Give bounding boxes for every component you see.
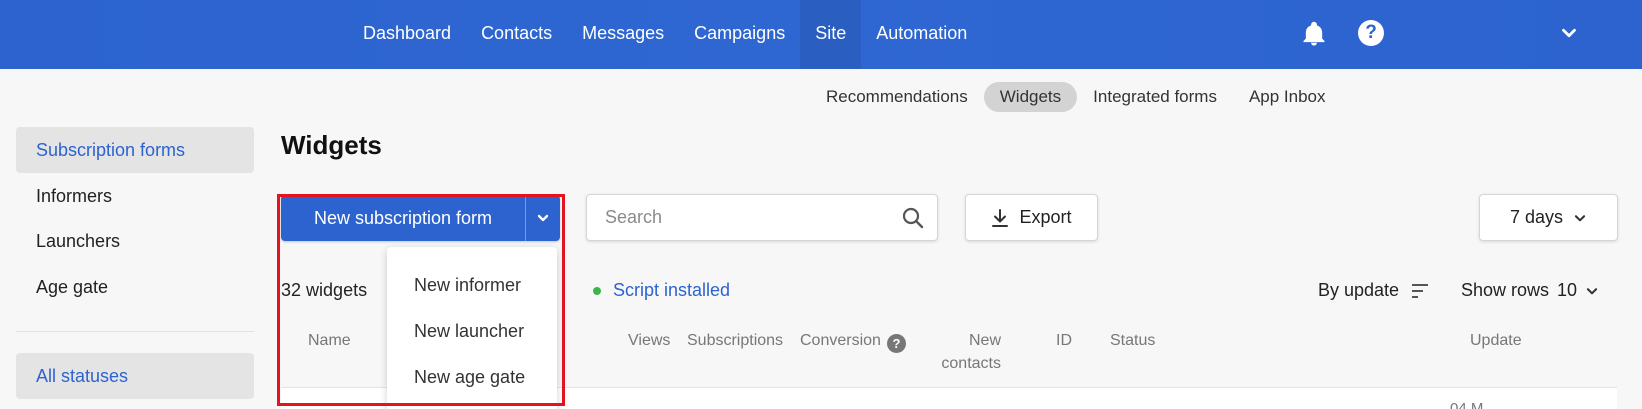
script-status-label: Script installed [613,280,731,300]
sort-icon [1412,283,1429,298]
nav-site[interactable]: Site [800,0,862,69]
search-box [586,194,938,241]
sidebar-item-age-gate[interactable]: Age gate [16,264,254,310]
page-title: Widgets [281,130,382,160]
search-icon[interactable] [901,206,925,230]
help-icon[interactable]: ? [886,334,906,353]
first-row-update: 04.M... [1450,400,1496,409]
script-status[interactable]: Script installed [593,280,730,301]
chevron-down-icon [1574,214,1586,221]
chevron-down-icon[interactable] [1558,22,1580,44]
export-button[interactable]: Export [965,194,1098,241]
column-header-views[interactable]: Views [628,329,670,352]
help-icon[interactable]: ? [1358,20,1384,46]
sidebar-item-subscription-forms[interactable]: Subscription forms [16,127,254,173]
period-value: 7 days [1509,207,1564,227]
search-input[interactable] [587,195,887,240]
status-filter[interactable]: All statuses [16,353,254,399]
sidebar-item-launchers[interactable]: Launchers [16,218,254,264]
rows-label: Show rows [1461,280,1550,300]
nav-automation[interactable]: Automation [861,0,982,69]
period-select[interactable]: 7 days [1479,194,1618,241]
sub-nav: Recommendations Widgets Integrated forms… [810,82,1342,112]
column-new-contacts-line1: New [968,332,1001,349]
top-navbar: Dashboard Contacts Messages Campaigns Si… [0,0,1642,69]
nav-messages[interactable]: Messages [567,0,679,69]
nav-campaigns[interactable]: Campaigns [679,0,800,69]
status-dot-icon [593,286,601,295]
rows-per-page[interactable]: Show rows 10 [1461,280,1599,301]
column-header-id[interactable]: ID [1056,329,1072,352]
subnav-widgets[interactable]: Widgets [983,82,1078,112]
bell-icon[interactable] [1300,20,1328,48]
sidebar-divider [16,331,254,332]
download-icon [992,208,1009,227]
sort-label: By update [1318,280,1400,300]
column-header-conversion[interactable]: Conversion? [800,329,906,353]
rows-value: 10 [1557,280,1578,300]
column-header-new-contacts[interactable]: New contacts [939,329,1001,375]
column-header-status[interactable]: Status [1110,329,1155,352]
nav-dashboard[interactable]: Dashboard [348,0,466,69]
main-nav: Dashboard Contacts Messages Campaigns Si… [348,0,982,69]
chevron-down-icon [1586,287,1598,294]
sidebar-item-informers[interactable]: Informers [16,173,254,219]
column-header-subscriptions[interactable]: Subscriptions [687,329,783,352]
export-label: Export [1019,207,1072,227]
column-header-update[interactable]: Update [1470,329,1522,352]
highlight-annotation [277,194,565,406]
nav-contacts[interactable]: Contacts [466,0,567,69]
column-new-contacts-line2: contacts [941,355,1001,372]
subnav-recommendations[interactable]: Recommendations [810,82,984,112]
column-conversion-label: Conversion [800,332,881,349]
sort-control[interactable]: By update [1318,280,1429,301]
subnav-integrated-forms[interactable]: Integrated forms [1077,82,1233,112]
subnav-app-inbox[interactable]: App Inbox [1233,82,1342,112]
